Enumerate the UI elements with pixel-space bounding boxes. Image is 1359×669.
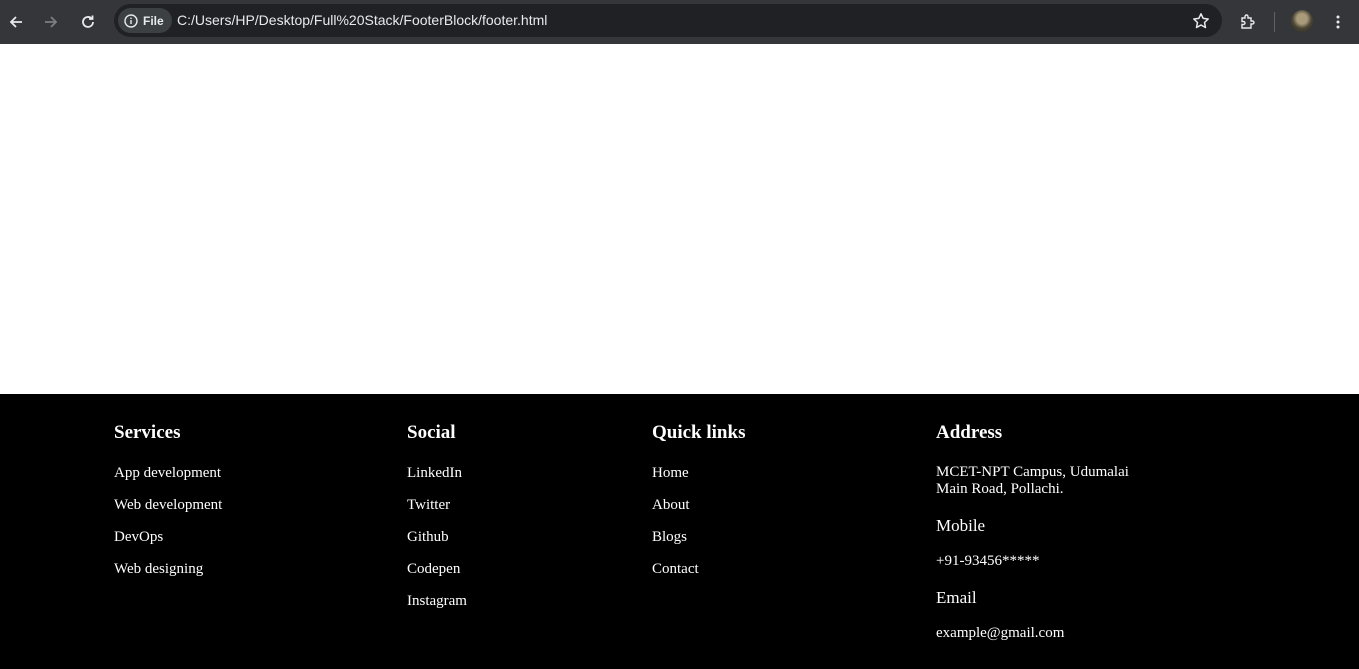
quick-links-list: Home About Blogs Contact — [652, 464, 745, 578]
browser-toolbar: File C:/Users/HP/Desktop/Full%20Stack/Fo… — [0, 0, 1359, 44]
list-item[interactable]: Web development — [114, 496, 222, 514]
social-column: Social LinkedIn Twitter Github Codepen I… — [407, 422, 467, 624]
back-icon — [9, 16, 22, 28]
list-item[interactable]: LinkedIn — [407, 464, 467, 482]
mobile-label: Mobile — [936, 516, 986, 535]
list-item[interactable]: About — [652, 496, 745, 514]
social-link-codepen[interactable]: Codepen — [407, 561, 460, 577]
list-item[interactable]: Codepen — [407, 560, 467, 578]
quick-link-contact[interactable]: Contact — [652, 561, 699, 577]
services-heading: Services — [114, 422, 181, 443]
list-item[interactable]: Instagram — [407, 592, 467, 610]
social-heading: Social — [407, 422, 456, 443]
mobile-value: +91-93456***** — [936, 553, 1040, 569]
service-link-app-development[interactable]: App development — [114, 465, 221, 481]
star-icon — [1193, 13, 1209, 29]
email-label: Email — [936, 588, 977, 607]
site-footer: Services App development Web development… — [0, 394, 1359, 669]
list-item[interactable]: Contact — [652, 560, 745, 578]
list-item[interactable]: DevOps — [114, 528, 222, 546]
menu-button[interactable] — [1324, 8, 1352, 36]
social-link-instagram[interactable]: Instagram — [407, 593, 467, 609]
info-icon — [124, 13, 138, 28]
site-info-chip[interactable]: File — [118, 8, 172, 33]
quick-links-heading: Quick links — [652, 422, 746, 443]
services-list: App development Web development DevOps W… — [114, 464, 222, 578]
list-item[interactable]: Home — [652, 464, 745, 482]
address-bar[interactable]: File C:/Users/HP/Desktop/Full%20Stack/Fo… — [114, 4, 1222, 37]
social-link-twitter[interactable]: Twitter — [407, 497, 450, 513]
page-blank-area — [0, 44, 1359, 394]
list-item[interactable]: Github — [407, 528, 467, 546]
social-list: LinkedIn Twitter Github Codepen Instagra… — [407, 464, 467, 610]
quick-link-blogs[interactable]: Blogs — [652, 529, 687, 545]
reload-icon — [82, 15, 94, 28]
service-link-devops[interactable]: DevOps — [114, 529, 163, 545]
back-button[interactable] — [2, 8, 30, 36]
social-link-github[interactable]: Github — [407, 529, 449, 545]
forward-button[interactable] — [37, 8, 65, 36]
address-column: Address MCET-NPT Campus, Udumalai Main R… — [936, 422, 1136, 642]
list-item[interactable]: Web designing — [114, 560, 222, 578]
extensions-button[interactable] — [1234, 8, 1262, 36]
quick-links-column: Quick links Home About Blogs Contact — [652, 422, 745, 592]
toolbar-divider — [1274, 12, 1275, 32]
extensions-icon — [1241, 14, 1255, 29]
list-item[interactable]: Twitter — [407, 496, 467, 514]
social-link-linkedin[interactable]: LinkedIn — [407, 465, 462, 481]
email-value: example@gmail.com — [936, 625, 1065, 641]
list-item[interactable]: Blogs — [652, 528, 745, 546]
site-chip-label: File — [143, 13, 164, 28]
service-link-web-development[interactable]: Web development — [114, 497, 222, 513]
services-column: Services App development Web development… — [114, 422, 222, 592]
quick-link-home[interactable]: Home — [652, 465, 689, 481]
url-text[interactable]: C:/Users/HP/Desktop/Full%20Stack/FooterB… — [177, 4, 547, 37]
bookmark-button[interactable] — [1190, 10, 1212, 32]
reload-button[interactable] — [74, 8, 102, 36]
profile-avatar[interactable] — [1291, 10, 1313, 32]
address-heading: Address — [936, 422, 1003, 443]
quick-link-about[interactable]: About — [652, 497, 690, 513]
address-text: MCET-NPT Campus, Udumalai Main Road, Pol… — [936, 464, 1129, 497]
service-link-web-designing[interactable]: Web designing — [114, 561, 203, 577]
list-item[interactable]: App development — [114, 464, 222, 482]
forward-icon — [45, 16, 58, 28]
menu-icon — [1336, 15, 1340, 29]
